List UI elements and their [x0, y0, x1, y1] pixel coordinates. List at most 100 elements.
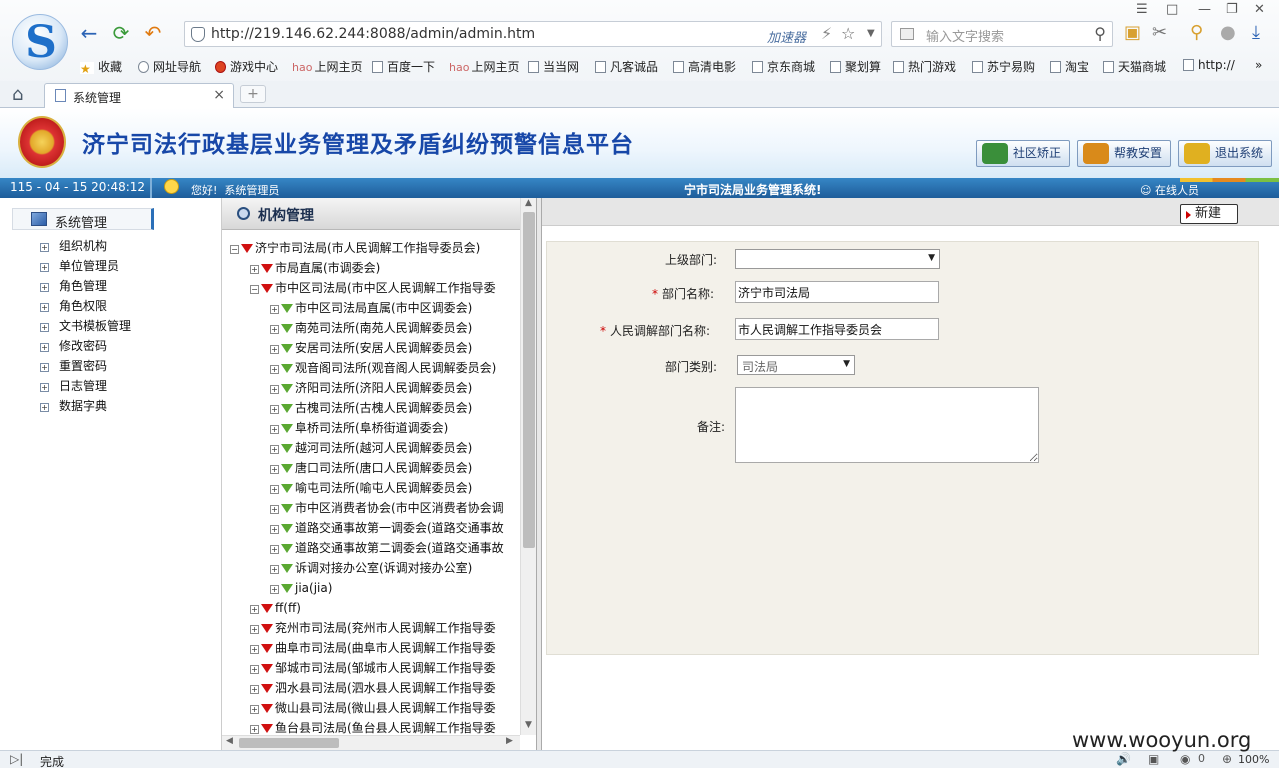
tree-node-label[interactable]: jia(jia)	[295, 581, 332, 595]
sidebar-header[interactable]: 系统管理	[12, 208, 154, 231]
tree-node[interactable]: + 安居司法所(安居人民调解委员会)	[270, 339, 472, 357]
sidebar-item[interactable]: + 单位管理员	[40, 257, 119, 274]
more-favorites-icon[interactable]: »	[1255, 58, 1262, 72]
tree-node[interactable]: + jia(jia)	[270, 579, 332, 597]
expand-icon[interactable]: +	[270, 445, 279, 454]
download-icon[interactable]: ⤓	[1252, 22, 1260, 43]
adblock-icon[interactable]: ◉	[1180, 752, 1190, 766]
back-icon[interactable]: ←	[78, 22, 100, 44]
scroll-left-icon[interactable]: ◀	[226, 736, 233, 746]
tree-node-label[interactable]: 阜桥司法所(阜桥街道调委会)	[295, 421, 448, 435]
tree-node-label[interactable]: 唐口司法所(唐口人民调解委员会)	[295, 461, 472, 475]
parent-dept-select[interactable]: ▼	[735, 249, 940, 269]
tree-node[interactable]: + 南苑司法所(南苑人民调解委员会)	[270, 319, 472, 337]
chevron-down-icon[interactable]: ▼	[928, 253, 935, 263]
chevron-down-icon[interactable]: ▼	[843, 359, 850, 369]
dept-name-input[interactable]	[735, 281, 939, 303]
tree-node-label[interactable]: 道路交通事故第一调委会(道路交通事故	[295, 521, 504, 535]
expand-icon[interactable]: +	[250, 605, 259, 614]
mediation-dept-input[interactable]	[735, 318, 939, 340]
star-icon[interactable]: ☆	[841, 24, 855, 43]
favorite-link[interactable]: 网址导航	[138, 58, 201, 75]
expand-icon[interactable]: +	[270, 385, 279, 394]
zoom-icon[interactable]: ⊕	[1222, 752, 1232, 766]
expand-icon[interactable]: +	[40, 263, 49, 272]
restore-icon[interactable]: ❐	[1226, 2, 1238, 17]
bookmark-icon[interactable]: ▣	[1124, 22, 1141, 43]
tree-node-label[interactable]: 南苑司法所(南苑人民调解委员会)	[295, 321, 472, 335]
search-placeholder[interactable]: 输入文字搜索	[926, 26, 1004, 45]
favorite-link[interactable]: 高清电影	[673, 58, 736, 75]
scroll-thumb-horizontal[interactable]	[239, 738, 339, 748]
zoom-level[interactable]: 100%	[1238, 753, 1269, 766]
tree-node-label[interactable]: 济阳司法所(济阳人民调解委员会)	[295, 381, 472, 395]
tree-vertical-scrollbar[interactable]: ▲ ▼	[520, 198, 537, 735]
remark-textarea[interactable]	[735, 387, 1039, 463]
lightning-icon[interactable]: ⚡	[821, 24, 832, 43]
tree-node[interactable]: + 市局直属(市调委会)	[250, 259, 380, 277]
tree-node-label[interactable]: 曲阜市司法局(曲阜市人民调解工作指导委	[275, 641, 496, 655]
tree-node-label[interactable]: 喻屯司法所(喻屯人民调解委员会)	[295, 481, 472, 495]
tree-horizontal-scrollbar[interactable]: ◀ ▶	[222, 735, 520, 750]
tree-node[interactable]: + 道路交通事故第二调委会(道路交通事故	[270, 539, 504, 557]
tree-node-label[interactable]: ff(ff)	[275, 601, 301, 615]
volume-icon[interactable]: 🔊	[1116, 752, 1131, 766]
tree-node-label[interactable]: 道路交通事故第二调委会(道路交通事故	[295, 541, 504, 555]
tree-node[interactable]: + 济阳司法所(济阳人民调解委员会)	[270, 379, 472, 397]
tree-node-label[interactable]: 安居司法所(安居人民调解委员会)	[295, 341, 472, 355]
skin-icon[interactable]: □	[1166, 2, 1178, 17]
sidebar-item[interactable]: + 修改密码	[40, 337, 107, 354]
more-icon[interactable]: ●	[1220, 22, 1236, 43]
tree-node[interactable]: + 泗水县司法局(泗水县人民调解工作指导委	[250, 679, 496, 697]
tree-node[interactable]: + 诉调对接办公室(诉调对接办公室)	[270, 559, 472, 577]
sidebar-item[interactable]: + 角色管理	[40, 277, 107, 294]
expand-icon[interactable]: +	[40, 283, 49, 292]
favorite-link[interactable]: 天猫商城	[1103, 58, 1166, 75]
expand-icon[interactable]: +	[40, 343, 49, 352]
expand-icon[interactable]: +	[40, 363, 49, 372]
sidebar-item[interactable]: + 日志管理	[40, 377, 107, 394]
scroll-up-icon[interactable]: ▲	[525, 198, 532, 208]
close-tab-icon[interactable]: ×	[213, 87, 225, 103]
expand-icon[interactable]: +	[270, 405, 279, 414]
dept-type-select[interactable]: 司法局 ▼	[737, 355, 855, 375]
scroll-thumb[interactable]	[523, 212, 535, 548]
favorite-link[interactable]: http://	[1183, 58, 1235, 72]
tree-node-label[interactable]: 古槐司法所(古槐人民调解委员会)	[295, 401, 472, 415]
expand-icon[interactable]: +	[270, 505, 279, 514]
tree-node[interactable]: + 道路交通事故第一调委会(道路交通事故	[270, 519, 504, 537]
tree-node-label[interactable]: 市中区司法局直属(市中区调委会)	[295, 301, 472, 315]
accelerator-label[interactable]: 加速器	[767, 27, 806, 46]
tree-node[interactable]: + 邹城市司法局(邹城市人民调解工作指导委	[250, 659, 496, 677]
chevron-down-icon[interactable]: ▼	[867, 28, 875, 39]
expand-icon[interactable]: +	[270, 525, 279, 534]
sidebar-item[interactable]: + 角色权限	[40, 297, 107, 314]
tree-node[interactable]: − 济宁市司法局(市人民调解工作指导委员会)	[230, 239, 480, 257]
logout-button[interactable]: 退出系统	[1178, 140, 1272, 167]
close-window-icon[interactable]: ✕	[1254, 2, 1265, 17]
expand-icon[interactable]: +	[270, 465, 279, 474]
tree-node[interactable]: + 市中区司法局直属(市中区调委会)	[270, 299, 472, 317]
tree-node-label[interactable]: 泗水县司法局(泗水县人民调解工作指导委	[275, 681, 496, 695]
search-engine-icon[interactable]	[900, 28, 914, 40]
tree-node[interactable]: + 观音阁司法所(观音阁人民调解委员会)	[270, 359, 496, 377]
tree-node-label[interactable]: 市中区司法局(市中区人民调解工作指导委	[275, 281, 496, 295]
tree-node-label[interactable]: 诉调对接办公室(诉调对接办公室)	[295, 561, 472, 575]
menu-icon[interactable]: ☰	[1136, 2, 1148, 17]
address-url[interactable]: http://219.146.62.244:8088/admin/admin.h…	[211, 26, 535, 42]
refresh-icon[interactable]: ⟳	[110, 22, 132, 44]
tree-node[interactable]: − 市中区司法局(市中区人民调解工作指导委	[250, 279, 496, 297]
expand-icon[interactable]: +	[40, 243, 49, 252]
tree-node-label[interactable]: 微山县司法局(微山县人民调解工作指导委	[275, 701, 496, 715]
expand-icon[interactable]: +	[250, 625, 259, 634]
expand-icon[interactable]: +	[40, 403, 49, 412]
favorite-link[interactable]: 京东商城	[752, 58, 815, 75]
expand-icon[interactable]: +	[270, 345, 279, 354]
expand-icon[interactable]: +	[40, 383, 49, 392]
tree-node-label[interactable]: 市中区消费者协会(市中区消费者协会调	[295, 501, 504, 515]
search-icon[interactable]: ⚲	[1094, 24, 1106, 43]
new-button[interactable]: 新建	[1180, 204, 1238, 224]
expand-icon[interactable]: +	[250, 725, 259, 734]
expand-icon[interactable]: +	[270, 485, 279, 494]
tree-node[interactable]: + 微山县司法局(微山县人民调解工作指导委	[250, 699, 496, 717]
